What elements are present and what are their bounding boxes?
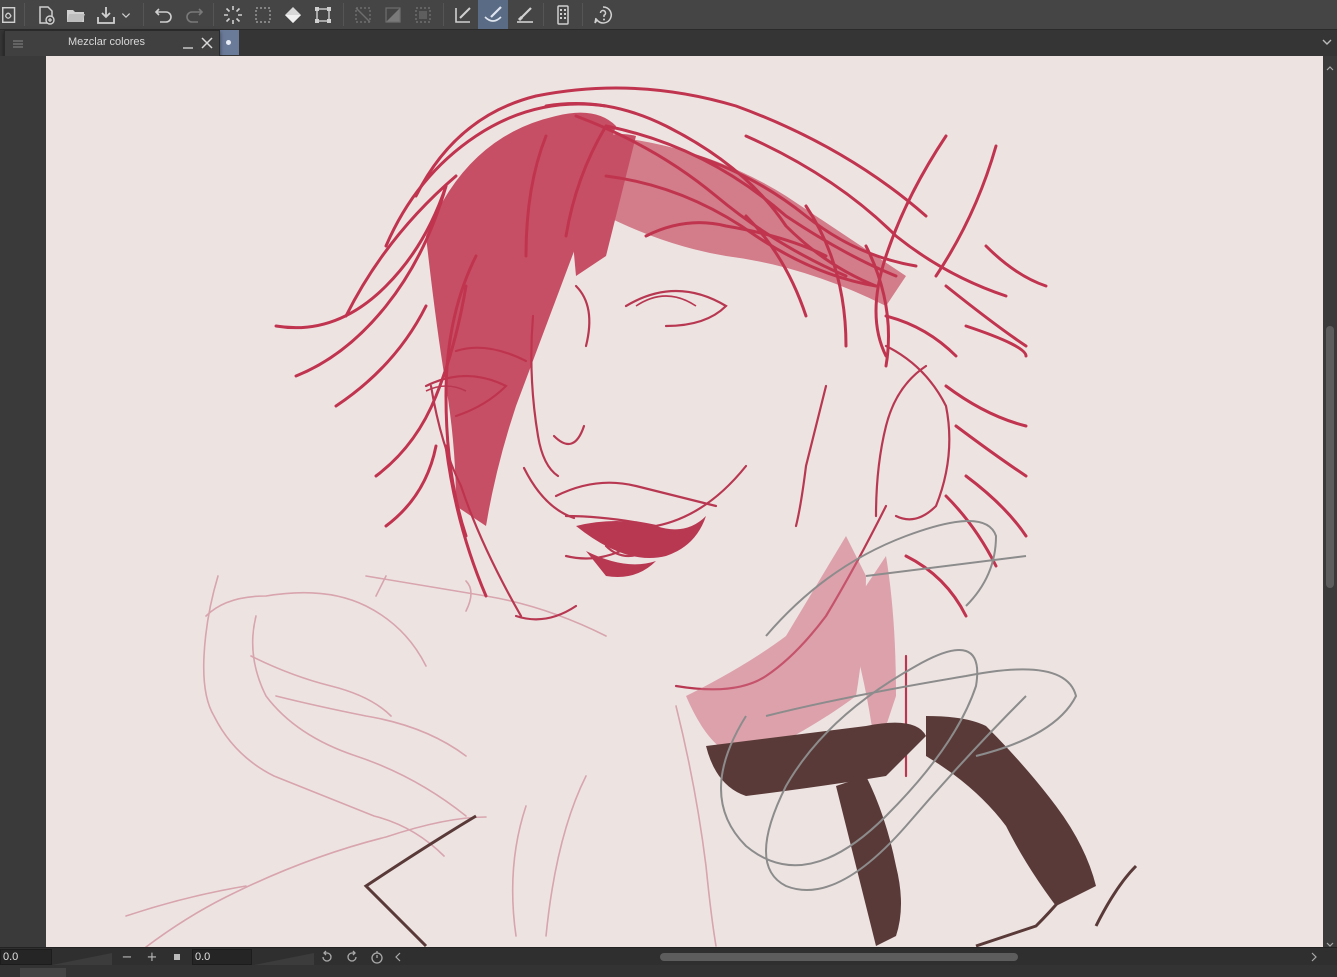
docker-title: Mezclar colores: [68, 36, 146, 48]
tab-list-dropdown-icon[interactable]: [1321, 34, 1333, 48]
redo-icon[interactable]: [180, 0, 208, 29]
vertical-scrollbar[interactable]: [1323, 56, 1337, 947]
rotate-left-icon[interactable]: [319, 949, 335, 965]
minimize-icon[interactable]: [181, 33, 195, 53]
close-icon[interactable]: [200, 35, 214, 49]
zoom-in-button[interactable]: +: [144, 949, 160, 965]
save-dropdown-icon[interactable]: [118, 0, 134, 29]
scroll-down-icon[interactable]: [1325, 935, 1335, 947]
docker-grip-icon[interactable]: [11, 36, 25, 50]
help-icon[interactable]: [589, 0, 617, 29]
undo-icon[interactable]: [150, 0, 178, 29]
toolbar-separator: [443, 3, 444, 26]
transform-icon[interactable]: [309, 0, 337, 29]
hair-fill: [426, 112, 906, 526]
vertical-scroll-thumb[interactable]: [1326, 326, 1334, 588]
toolbar: [0, 0, 1337, 30]
deselect-icon[interactable]: [249, 0, 277, 29]
horizontal-scroll-thumb[interactable]: [660, 953, 1018, 961]
neck-shading: [686, 536, 896, 758]
save-document-icon[interactable]: [92, 0, 120, 29]
color-mixer-docker: Mezclar colores: [4, 30, 220, 58]
reset-rotation-icon[interactable]: [369, 949, 385, 965]
brush-presets-icon[interactable]: [478, 0, 508, 29]
hand-sketch: [125, 575, 717, 947]
rotation-field[interactable]: 0.0: [0, 949, 52, 965]
fill-icon[interactable]: [279, 0, 307, 29]
status-block: [20, 968, 66, 977]
scroll-up-icon[interactable]: [1325, 58, 1335, 71]
app-window: Mezclar colores 0.0 − + 0.0: [0, 0, 1337, 977]
zoom-field[interactable]: 0.0: [192, 949, 252, 965]
phone-layout-icon[interactable]: [549, 0, 577, 29]
rotate-right-icon[interactable]: [344, 949, 360, 965]
toolbar-separator: [343, 3, 344, 26]
drawing-canvas[interactable]: [46, 56, 1323, 947]
gradient-icon[interactable]: [379, 0, 407, 29]
new-document-icon[interactable]: [32, 0, 60, 29]
zoom-out-button[interactable]: −: [119, 949, 135, 965]
document-tab[interactable]: [218, 30, 239, 55]
sketch-artwork: [125, 86, 1138, 947]
unsaved-dot-icon: [226, 40, 231, 45]
status-bar: [0, 965, 1337, 977]
clipping-icon[interactable]: [409, 0, 437, 29]
canvas-area: [0, 56, 1337, 947]
zoom-slider[interactable]: [254, 950, 314, 965]
scroll-right-icon[interactable]: [1306, 949, 1322, 965]
edit-brush-icon[interactable]: [449, 0, 477, 29]
toolbar-separator: [143, 3, 144, 26]
canvas-bottom-bar: 0.0 − + 0.0: [0, 947, 1337, 965]
mouth-fill: [576, 516, 706, 577]
toolbar-separator: [582, 3, 583, 26]
toolbar-separator: [24, 3, 25, 26]
toolbar-separator: [543, 3, 544, 26]
open-document-icon[interactable]: [62, 0, 90, 29]
horizontal-scrollbar[interactable]: [398, 950, 1312, 964]
eraser-mode-icon[interactable]: [511, 0, 539, 29]
rotation-slider[interactable]: [52, 950, 112, 965]
toolbar-separator: [213, 3, 214, 26]
reset-zoom-icon[interactable]: [169, 949, 185, 965]
app-menu-icon[interactable]: [0, 0, 20, 29]
select-all-icon[interactable]: [219, 0, 247, 29]
hide-selection-icon[interactable]: [349, 0, 377, 29]
